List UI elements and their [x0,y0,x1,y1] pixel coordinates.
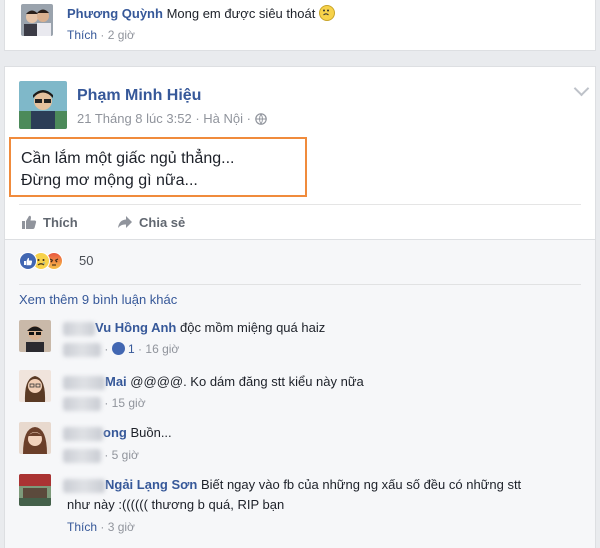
commenter-avatar[interactable] [19,474,51,506]
share-button[interactable]: Chia sẻ [117,214,185,233]
comment-text-line-2: như này :(((((( thương b quá, RIP bạn [67,497,285,512]
view-more-comments[interactable]: Xem thêm 9 bình luận khác [19,292,177,307]
share-button-label: Chia sẻ [139,215,186,230]
comment-text: Buồn... [130,425,172,440]
post-author-name[interactable]: Phạm Minh Hiệu [77,87,201,104]
reaction-count: 50 [79,253,94,268]
top-comment-card: Phương Quỳnh Mong em được siêu thoát Thí… [4,0,596,51]
post-date[interactable]: 21 Tháng 8 lúc 3:52 [77,111,192,126]
commenter-name[interactable]: Vu Hồng Anh [95,320,176,335]
sad-emoji-icon [318,5,335,21]
post-card: Phạm Minh Hiệu 21 Tháng 8 lúc 3:52 · Hà … [4,66,596,548]
chevron-down-icon[interactable] [573,80,590,97]
post-author-avatar[interactable] [19,81,67,129]
post-text-line-1: Cần lắm một giấc ngủ thẳng... [21,150,235,167]
commenter-avatar[interactable] [19,422,51,454]
thumbs-up-icon [21,214,37,233]
comment-like-count[interactable]: 1 [128,342,135,356]
post-text-line-2: Đừng mơ mộng gì nữa... [21,172,198,189]
commenter-name[interactable]: Mai [105,374,127,389]
like-link[interactable]: Thích [67,28,97,42]
commenter-name[interactable]: Phương Quỳnh [67,6,163,21]
post-text-highlight: Cần lắm một giấc ngủ thẳng... Đừng mơ mộ… [9,137,307,197]
comment-text: Mong em được siêu thoát [166,6,316,21]
like-link[interactable]: Thích [67,520,97,534]
like-reaction-icon [111,342,125,355]
commenter-name[interactable]: Ngải Lạng Sơn [105,477,197,492]
like-reaction-icon [19,252,37,270]
comment-text-line-1: Biết ngay vào fb của những ng xấu số đều… [200,477,522,492]
like-button[interactable]: Thích [21,214,78,233]
share-arrow-icon [117,214,133,233]
like-button-label: Thích [43,215,78,230]
post-location[interactable]: Hà Nội [203,111,243,126]
commenter-name[interactable]: ong [103,425,127,440]
comment-time[interactable]: 5 giờ [112,448,139,462]
comment-text: độc mồm miệng quá haiz [179,320,326,335]
commenter-avatar[interactable] [19,370,51,402]
commenter-avatar[interactable] [19,320,51,352]
globe-icon [254,113,267,128]
comment-time[interactable]: 15 giờ [112,396,146,410]
comment-time[interactable]: 16 giờ [145,342,179,356]
comment-time[interactable]: 3 giờ [108,520,135,534]
commenter-avatar[interactable] [21,4,53,36]
comment-text: @@@@. Ko dám đăng stt kiểu này nữa [130,374,364,389]
comment-time[interactable]: 2 giờ [108,28,135,42]
comments-section: 50 Xem thêm 9 bình luận khác Vu Hồng Anh… [5,240,595,548]
